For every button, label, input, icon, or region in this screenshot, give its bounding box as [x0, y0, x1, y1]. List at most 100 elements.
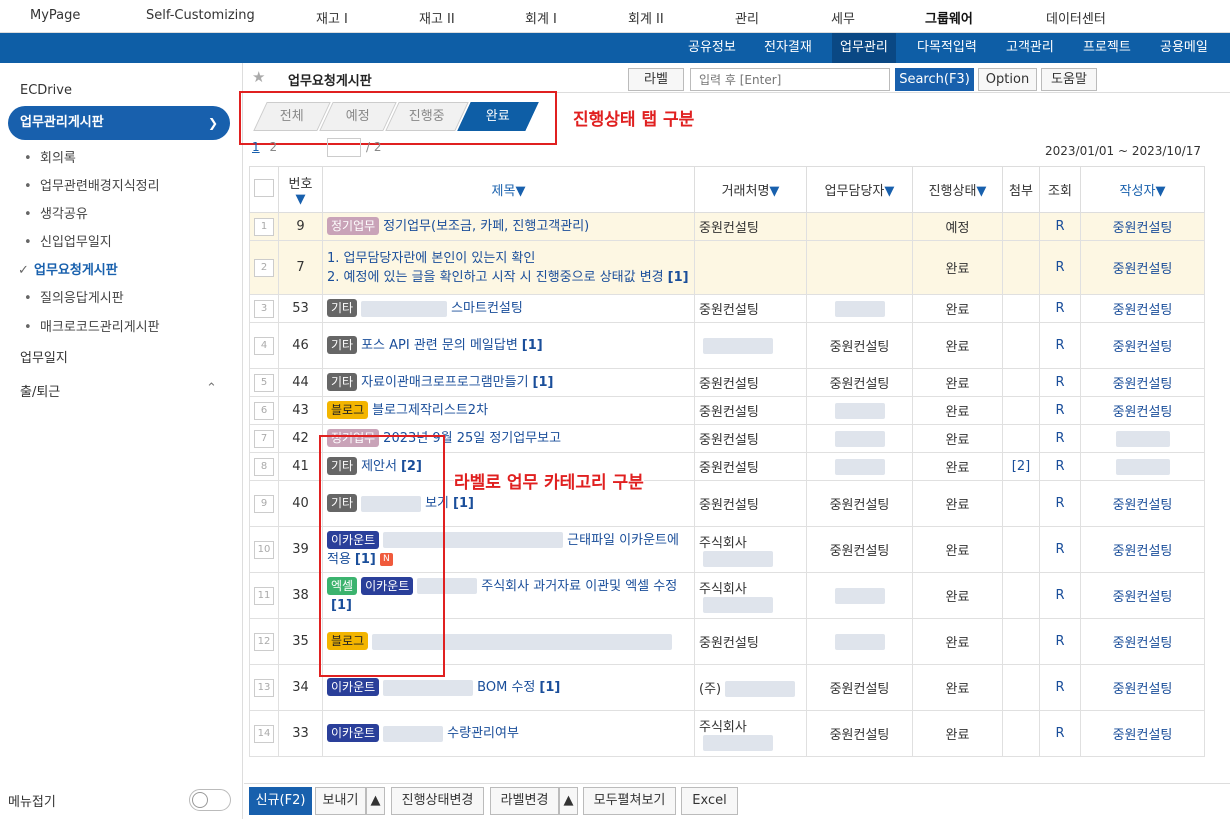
header-number[interactable]: 번호 ▼: [278, 166, 323, 213]
row-title-text[interactable]: 1. 업무담당자란에 본인이 있는지 확인 2. 예정에 있는 글을 확인하고 …: [327, 251, 664, 285]
menu-fold-toggle[interactable]: [189, 789, 231, 811]
row-checkbox[interactable]: 2: [254, 258, 274, 277]
category-label[interactable]: 이카운트: [327, 724, 380, 742]
sidebar-group-worklog[interactable]: 업무일지: [20, 347, 68, 366]
table-row[interactable]: 2 7 1. 업무담당자란에 본인이 있는지 확인 2. 예정에 있는 글을 확인하…: [249, 240, 1205, 295]
row-view-link[interactable]: R: [1039, 710, 1081, 757]
nav-self-customizing[interactable]: Self-Customizing: [146, 8, 255, 23]
row-view-link[interactable]: R: [1039, 240, 1081, 295]
row-author[interactable]: [1080, 452, 1205, 481]
sidebar-item-work-request[interactable]: ✓ 업무요청게시판: [18, 259, 118, 278]
row-author[interactable]: 중원컨설팅: [1080, 572, 1205, 619]
row-author[interactable]: [1080, 424, 1205, 453]
row-checkbox[interactable]: 9: [254, 494, 274, 513]
author-text[interactable]: 중원컨설팅: [1113, 498, 1173, 513]
category-label[interactable]: 정기업무: [327, 217, 380, 235]
subnav-shared-info[interactable]: 공유정보: [680, 33, 744, 63]
sidebar-item-knowledge[interactable]: • 업무관련배경지식정리: [24, 175, 160, 194]
author-text[interactable]: 중원컨설팅: [1113, 636, 1173, 651]
row-view-link[interactable]: R: [1039, 294, 1081, 323]
row-checkbox[interactable]: 7: [254, 429, 274, 448]
row-author[interactable]: 중원컨설팅: [1080, 240, 1205, 295]
send-dropdown-icon[interactable]: ▲: [366, 787, 385, 815]
row-attachment[interactable]: [2]: [1002, 452, 1040, 481]
author-text[interactable]: 중원컨설팅: [1113, 377, 1173, 392]
category-label[interactable]: 블로그: [327, 401, 369, 419]
row-title[interactable]: 기타 자료이관매크로프로그램만들기 [1]: [322, 368, 695, 397]
author-text[interactable]: 중원컨설팅: [1113, 590, 1173, 605]
row-title-text[interactable]: BOM 수정: [477, 680, 535, 695]
row-view-link[interactable]: R: [1039, 322, 1081, 369]
nav-accounting-2[interactable]: 회계 II: [628, 8, 664, 27]
row-author[interactable]: 중원컨설팅: [1080, 480, 1205, 527]
author-text[interactable]: 중원컨설팅: [1113, 262, 1173, 277]
header-client[interactable]: 거래처명▼: [694, 166, 807, 213]
sidebar-item-minutes[interactable]: • 회의록: [24, 147, 76, 166]
row-view-link[interactable]: R: [1039, 424, 1081, 453]
row-title-text[interactable]: 블로그제작리스트2차: [372, 403, 488, 418]
select-all-checkbox[interactable]: [254, 178, 274, 197]
nav-datacenter[interactable]: 데이터센터: [1046, 8, 1106, 27]
option-button[interactable]: Option: [978, 68, 1037, 91]
row-view-link[interactable]: R: [1039, 664, 1081, 711]
new-button[interactable]: 신규(F2): [249, 787, 312, 815]
row-title-text[interactable]: 주식회사 과거자료 이관및 엑셀 수정: [481, 579, 677, 594]
row-author[interactable]: 중원컨설팅: [1080, 368, 1205, 397]
author-text[interactable]: 중원컨설팅: [1113, 405, 1173, 420]
excel-button[interactable]: Excel: [681, 787, 738, 815]
nav-inventory-1[interactable]: 재고 I: [316, 8, 348, 27]
label-change-dropdown-icon[interactable]: ▲: [559, 787, 578, 815]
row-checkbox[interactable]: 6: [254, 401, 274, 420]
nav-mypage[interactable]: MyPage: [30, 8, 80, 23]
row-view-link[interactable]: R: [1039, 572, 1081, 619]
nav-management[interactable]: 관리: [735, 8, 759, 27]
row-title-text[interactable]: 자료이관매크로프로그램만들기: [361, 375, 528, 390]
sidebar-item-macro[interactable]: • 매크로코드관리게시판: [24, 316, 160, 335]
row-checkbox[interactable]: 10: [254, 540, 274, 559]
row-checkbox[interactable]: 11: [254, 586, 274, 605]
subnav-mail[interactable]: 공용메일: [1152, 33, 1216, 63]
label-change-button[interactable]: 라벨변경: [490, 787, 559, 815]
category-label[interactable]: 기타: [327, 336, 358, 354]
row-view-link[interactable]: R: [1039, 396, 1081, 425]
row-view-link[interactable]: R: [1039, 618, 1081, 665]
label-button[interactable]: 라벨: [628, 68, 684, 91]
nav-inventory-2[interactable]: 재고 II: [419, 8, 455, 27]
nav-groupware[interactable]: 그룹웨어: [925, 8, 973, 27]
row-view-link[interactable]: R: [1039, 212, 1081, 241]
row-author[interactable]: 중원컨설팅: [1080, 710, 1205, 757]
row-view-link[interactable]: R: [1039, 368, 1081, 397]
row-checkbox[interactable]: 3: [254, 299, 274, 318]
row-author[interactable]: 중원컨설팅: [1080, 212, 1205, 241]
sidebar-ecdrive[interactable]: ECDrive: [20, 83, 72, 98]
author-text[interactable]: 중원컨설팅: [1113, 303, 1173, 318]
author-text[interactable]: 중원컨설팅: [1113, 728, 1173, 743]
table-row[interactable]: 4 46 기타 포스 API 관련 문의 메일답변 [1] 중원컨설팅 완료 R 중원컨설팅: [249, 322, 1205, 369]
row-title-text[interactable]: 수량관리여부: [447, 726, 519, 741]
row-author[interactable]: 중원컨설팅: [1080, 396, 1205, 425]
row-checkbox[interactable]: 12: [254, 632, 274, 651]
expand-all-button[interactable]: 모두펼쳐보기: [583, 787, 676, 815]
row-title[interactable]: 기타 스마트컨설팅: [322, 294, 695, 323]
row-title-text[interactable]: 정기업무(보조금, 카페, 진행고객관리): [383, 219, 589, 234]
star-icon[interactable]: ★: [252, 68, 265, 86]
row-checkbox[interactable]: 5: [254, 373, 274, 392]
table-row[interactable]: 3 53 기타 스마트컨설팅 중원컨설팅 완료 R 중원컨설팅: [249, 294, 1205, 323]
subnav-multi-input[interactable]: 다목적입력: [909, 33, 985, 63]
row-title[interactable]: 블로그 블로그제작리스트2차: [322, 396, 695, 425]
row-author[interactable]: 중원컨설팅: [1080, 526, 1205, 573]
search-button[interactable]: Search(F3): [895, 68, 974, 91]
page-input[interactable]: [327, 138, 361, 157]
subnav-customer[interactable]: 고객관리: [998, 33, 1062, 63]
row-view-link[interactable]: R: [1039, 452, 1081, 481]
row-author[interactable]: 중원컨설팅: [1080, 664, 1205, 711]
row-checkbox[interactable]: 14: [254, 724, 274, 743]
sidebar-selected-board[interactable]: 업무관리게시판 ❯: [8, 106, 230, 140]
search-input[interactable]: [690, 68, 890, 91]
row-author[interactable]: 중원컨설팅: [1080, 294, 1205, 323]
subnav-project[interactable]: 프로젝트: [1075, 33, 1139, 63]
row-title[interactable]: 1. 업무담당자란에 본인이 있는지 확인 2. 예정에 있는 글을 확인하고 …: [322, 240, 695, 295]
row-title[interactable]: 기타 포스 API 관련 문의 메일답변 [1]: [322, 322, 695, 369]
status-change-button[interactable]: 진행상태변경: [391, 787, 484, 815]
row-view-link[interactable]: R: [1039, 526, 1081, 573]
